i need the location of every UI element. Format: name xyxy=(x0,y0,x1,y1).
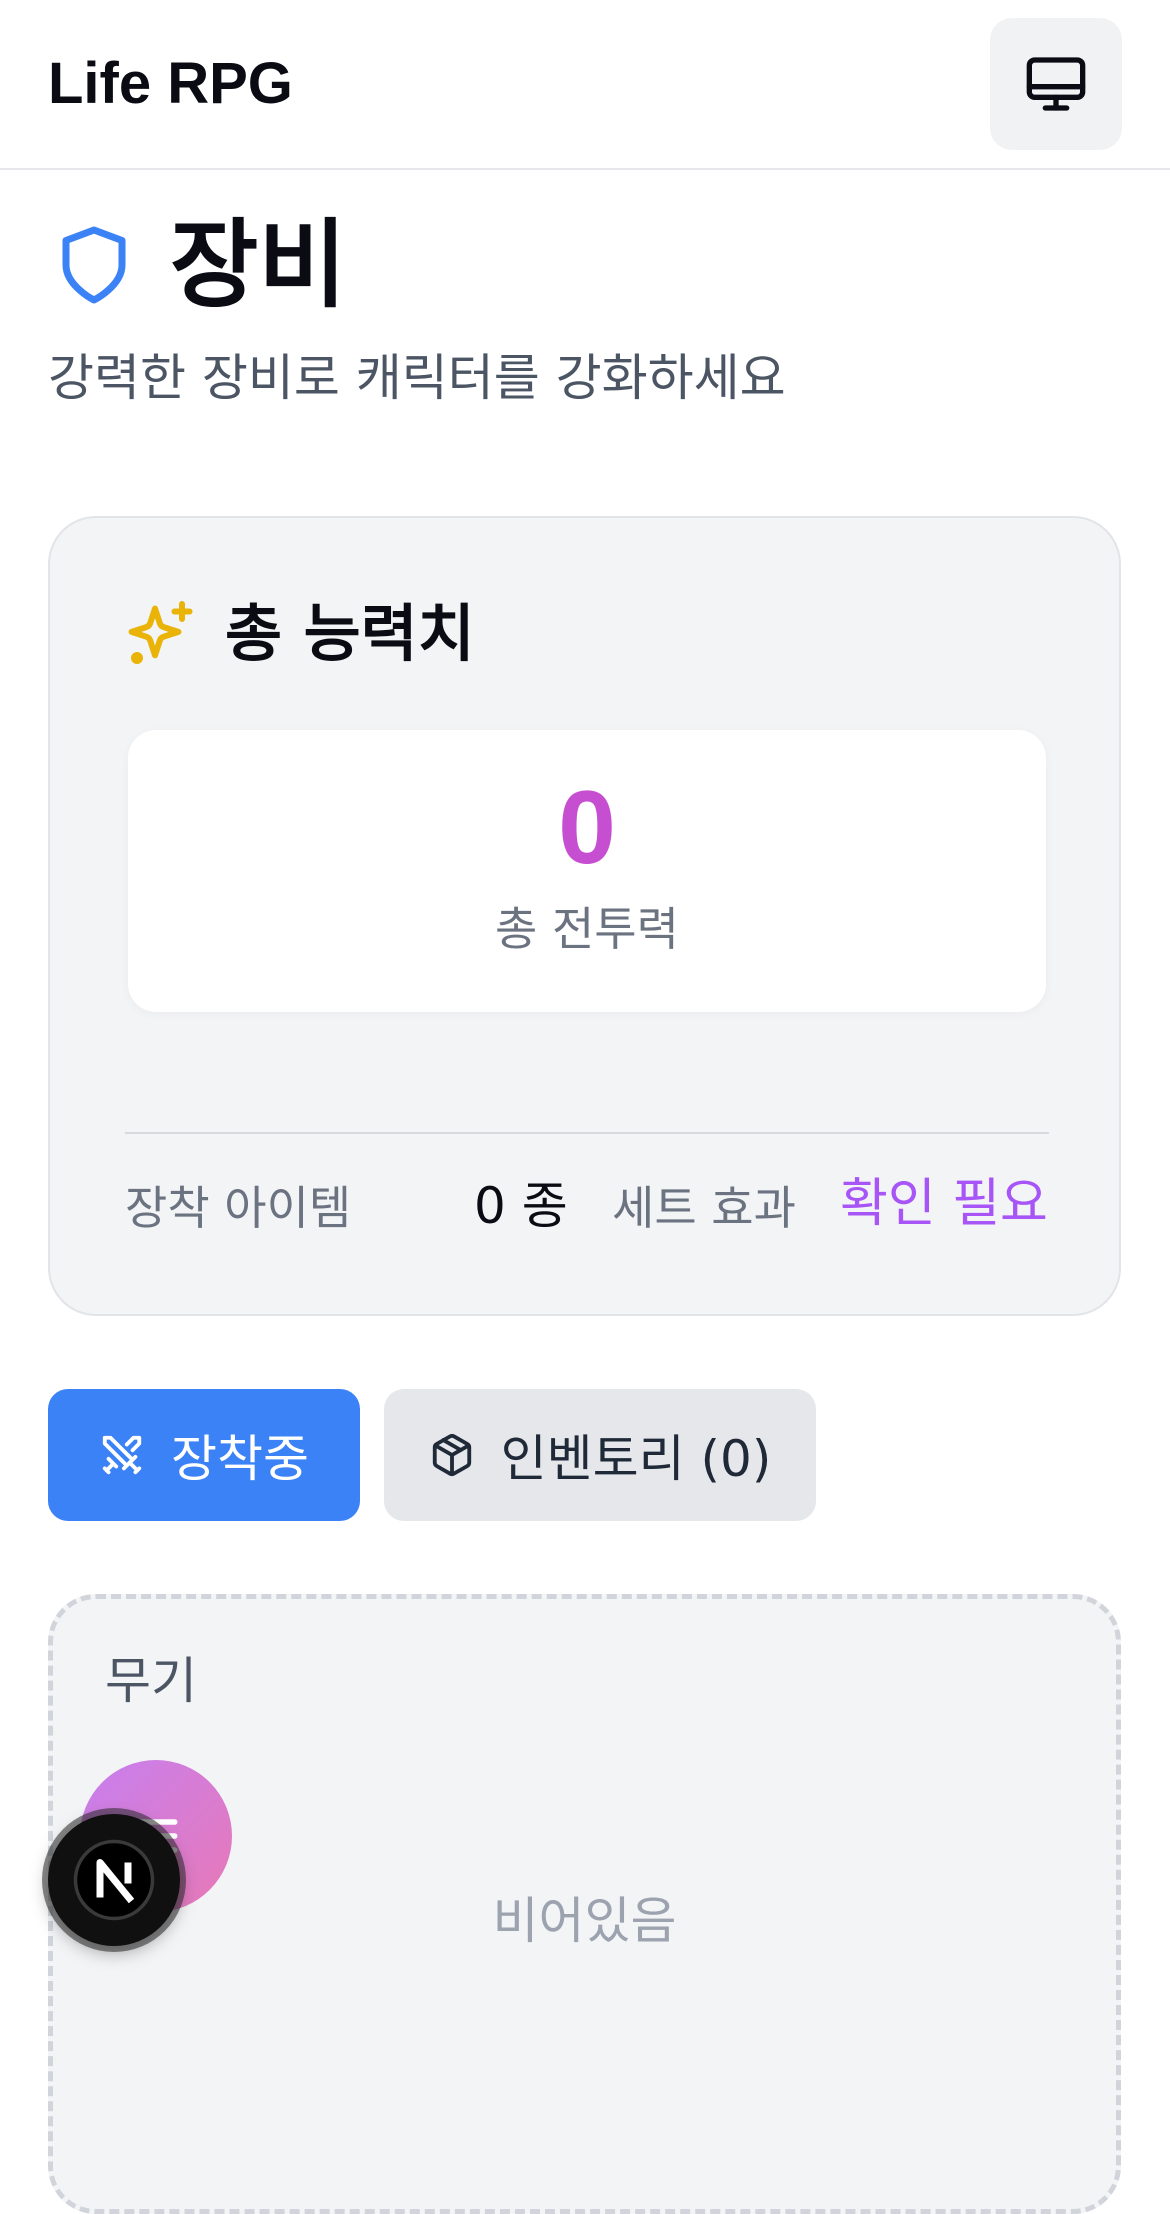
sparkles-icon xyxy=(128,601,193,664)
app-title[interactable]: Life RPG xyxy=(48,50,293,118)
monitor-icon xyxy=(1026,57,1086,111)
stats-card-title: 총 능력치 xyxy=(125,598,475,670)
page-heading: 장비 xyxy=(52,210,347,320)
set-effect-label: 세트 효과 xyxy=(612,1181,796,1235)
tab-inventory[interactable]: 인벤토리 (0) xyxy=(384,1389,816,1521)
equipped-items-label: 장착 아이템 xyxy=(125,1181,352,1235)
nextjs-logo-icon xyxy=(73,1839,155,1921)
tab-equipped[interactable]: 장착중 xyxy=(48,1389,360,1521)
tab-equipped-label: 장착중 xyxy=(171,1430,309,1488)
dev-tools-badge[interactable] xyxy=(48,1814,180,1946)
set-effect-value: 확인 필요 xyxy=(840,1174,1048,1234)
shield-icon xyxy=(62,226,126,304)
theme-toggle-button[interactable] xyxy=(990,18,1122,150)
app-header: Life RPG xyxy=(0,0,1170,170)
page-subtitle: 강력한 장비로 캐릭터를 강화하세요 xyxy=(48,349,786,407)
card-divider xyxy=(125,1132,1049,1134)
total-power-value: 0 xyxy=(558,770,616,886)
slot-empty-text: 비어있음 xyxy=(492,1892,677,1950)
swords-icon xyxy=(102,1435,142,1475)
weapon-slot[interactable]: 무기 비어있음 xyxy=(48,1594,1121,2214)
stats-card-title-label: 총 능력치 xyxy=(225,597,475,670)
slot-label: 무기 xyxy=(105,1652,197,1710)
equipped-items-count: 0 종 xyxy=(474,1177,568,1235)
tab-inventory-label: 인벤토리 (0) xyxy=(500,1430,772,1488)
total-power-label: 총 전투력 xyxy=(495,902,679,956)
total-power-box: 0 총 전투력 xyxy=(128,730,1046,1012)
package-icon xyxy=(432,1433,471,1477)
page-title: 장비 xyxy=(170,209,347,321)
total-stats-card: 총 능력치 0 총 전투력 장착 아이템 0 종 세트 효과 확인 필요 xyxy=(48,516,1121,1316)
